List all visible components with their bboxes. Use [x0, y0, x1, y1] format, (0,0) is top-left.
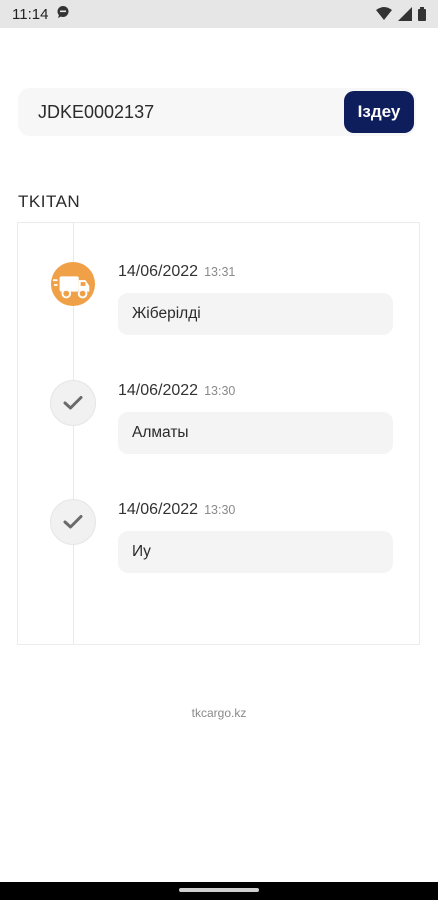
check-icon — [50, 380, 96, 426]
carrier-title: TKITAN — [18, 192, 81, 211]
check-icon — [50, 499, 96, 545]
event-date-value: 14/06/2022 — [118, 501, 199, 518]
event-date: 14/06/2022 13:31 — [118, 263, 235, 281]
delivery-truck-icon — [50, 261, 96, 307]
event-date-value: 14/06/2022 — [118, 263, 199, 280]
timeline-event: 14/06/2022 13:31 Жіберілді — [18, 259, 419, 349]
chat-notification-icon — [56, 5, 70, 24]
battery-icon — [418, 7, 426, 21]
timeline-event: 14/06/2022 13:30 Алматы — [18, 378, 419, 468]
event-time: 13:30 — [204, 384, 236, 398]
event-date: 14/06/2022 13:30 — [118, 382, 235, 400]
event-time: 13:30 — [204, 503, 236, 517]
search-bar: Іздеу — [18, 88, 416, 136]
signal-icon — [398, 7, 412, 21]
event-status: Жіберілді — [118, 293, 393, 335]
event-status: Иу — [118, 531, 393, 573]
wifi-icon — [376, 7, 392, 21]
status-time: 11:14 — [12, 5, 49, 23]
screen: 11:14 Іздеу TKITAN — [0, 0, 438, 900]
event-time: 13:31 — [204, 265, 236, 279]
event-status: Алматы — [118, 412, 393, 454]
home-gesture-handle[interactable] — [179, 888, 259, 892]
footer-website-link[interactable]: tkcargo.kz — [0, 706, 438, 720]
search-button[interactable]: Іздеу — [344, 91, 414, 133]
status-bar: 11:14 — [0, 0, 438, 28]
event-date: 14/06/2022 13:30 — [118, 501, 235, 519]
navigation-bar — [0, 882, 438, 900]
timeline-event: 14/06/2022 13:30 Иу — [18, 497, 419, 587]
event-date-value: 14/06/2022 — [118, 382, 199, 399]
tracking-number-input[interactable] — [18, 88, 338, 136]
status-icons — [376, 7, 426, 21]
tracking-timeline: 14/06/2022 13:31 Жіберілді 14/06/2022 13:3… — [17, 222, 420, 645]
